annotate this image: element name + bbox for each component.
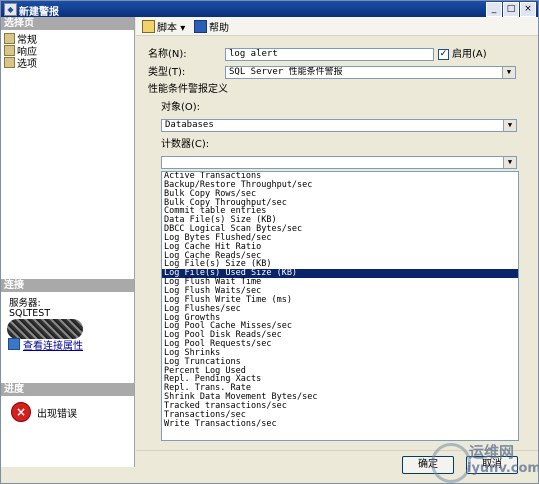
name-label: 名称(N): [148, 49, 187, 60]
progress-status: 出现错误 [37, 409, 77, 420]
perf-condition-group-label: 性能条件警报定义 [148, 84, 228, 95]
properties-icon [8, 338, 20, 350]
counter-label: 计数器(C): [161, 139, 210, 150]
watermark-line2: iyunv.com [467, 461, 539, 476]
left-panel: 选择页 常规 响应 选项 连接 服务器: SQLTEST 查看连接属性 进度 ×… [1, 17, 135, 467]
counter-select[interactable]: ▼ [161, 156, 517, 169]
script-icon [142, 20, 155, 33]
page-response[interactable]: 响应 [4, 45, 37, 58]
redacted-user [7, 319, 83, 339]
chevron-down-icon[interactable]: ▼ [503, 120, 516, 131]
script-button[interactable]: 脚本 ▾ [142, 20, 185, 35]
enabled-checkbox[interactable]: ✓ [438, 49, 449, 60]
watermark: 运维网 iyunv.com [431, 437, 539, 483]
minimize-button[interactable]: _ [486, 2, 502, 17]
type-value: SQL Server 性能条件警报 [229, 67, 343, 77]
watermark-logo [431, 443, 471, 483]
object-value: Databases [165, 120, 214, 130]
app-icon: ◆ [4, 3, 17, 16]
script-dropdown-icon[interactable]: ▾ [180, 23, 185, 34]
server-value: SQLTEST [9, 308, 51, 319]
type-label: 类型(T): [148, 67, 186, 78]
enabled-label: 启用(A) [452, 49, 487, 60]
page-icon [4, 45, 15, 56]
title-bar[interactable]: ◆ 新建警报 _ □ × [1, 1, 538, 18]
name-input[interactable]: log alert [225, 48, 434, 61]
toolbar: 脚本 ▾ 帮助 [136, 17, 538, 36]
close-button[interactable]: × [520, 2, 536, 17]
page-options-label: 选项 [17, 59, 37, 70]
window-title: 新建警报 [19, 7, 59, 18]
page-general[interactable]: 常规 [4, 33, 37, 46]
chevron-down-icon[interactable]: ▼ [502, 67, 515, 78]
help-label: 帮助 [209, 23, 229, 34]
connection-header: 连接 [1, 279, 134, 292]
counter-option[interactable]: Write Transactions/sec [162, 419, 518, 429]
object-select[interactable]: Databases ▼ [161, 119, 517, 132]
type-select[interactable]: SQL Server 性能条件警报 ▼ [225, 66, 516, 79]
error-icon: × [11, 402, 31, 422]
page-icon [4, 33, 15, 44]
help-button[interactable]: 帮助 [194, 20, 229, 35]
general-page: 名称(N): log alert ✓ 启用(A) 类型(T): SQL Serv… [136, 36, 538, 450]
chevron-down-icon[interactable]: ▼ [503, 157, 516, 168]
page-options[interactable]: 选项 [4, 57, 37, 70]
select-page-header: 选择页 [1, 17, 134, 30]
progress-header: 进度 [1, 383, 134, 396]
watermark-line1: 运维网 [469, 443, 515, 461]
script-label: 脚本 [157, 23, 177, 34]
view-connection-properties-link[interactable]: 查看连接属性 [8, 338, 83, 353]
object-label: 对象(O): [161, 102, 201, 113]
counter-dropdown-list[interactable]: Active Transactions Backup/Restore Throug… [161, 171, 519, 441]
maximize-button[interactable]: □ [503, 2, 519, 17]
view-connection-properties-label: 查看连接属性 [23, 341, 83, 352]
page-icon [4, 57, 15, 68]
help-icon [194, 20, 207, 33]
alert-dialog: ◆ 新建警报 _ □ × 选择页 常规 响应 选项 连接 服务器: SQLTEST … [0, 0, 539, 484]
